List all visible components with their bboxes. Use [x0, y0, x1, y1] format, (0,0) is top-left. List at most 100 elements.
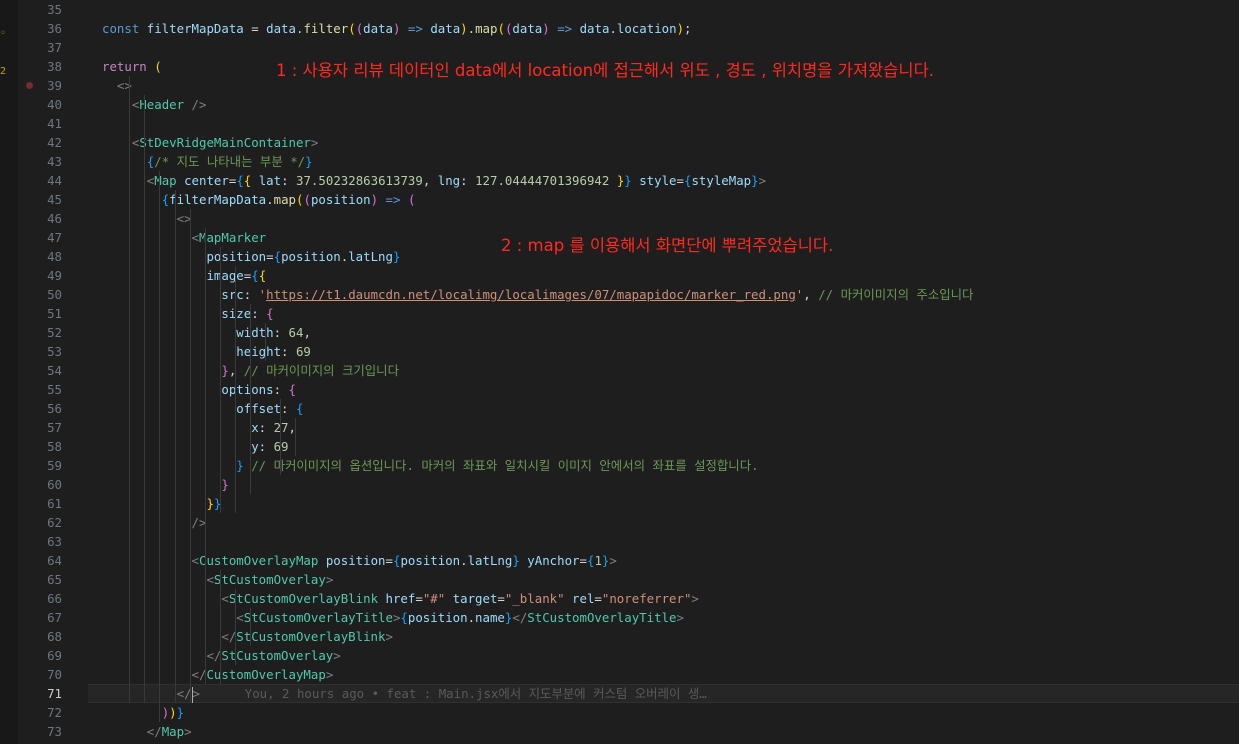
line-number-gutter[interactable]: 35 36 37 38 39 40 41 42 43 44 45 46 47 48 49 50 51 52 53 54… — [18, 0, 88, 744]
indent-guide — [250, 304, 251, 494]
code-token: { — [236, 173, 244, 188]
code-line[interactable]: const filterMapData = data.filter((data)… — [88, 19, 1239, 38]
code-line[interactable]: offset: { — [88, 399, 1239, 418]
code-token: < — [236, 610, 244, 625]
code-token: < — [191, 230, 199, 245]
code-token: < — [191, 553, 199, 568]
code-token: src — [221, 287, 244, 302]
indent-guide — [220, 570, 221, 684]
code-token: < — [221, 591, 229, 606]
code-token: 1 — [594, 553, 602, 568]
code-token: "#" — [422, 591, 446, 606]
code-line[interactable]: <Map center={{ lat: 37.50232863613739, l… — [88, 171, 1239, 190]
line-number: 56 — [47, 401, 62, 416]
code-line[interactable]: width: 64, — [88, 323, 1239, 342]
code-token: width — [236, 325, 274, 340]
code-line[interactable]: ))} — [88, 703, 1239, 722]
code-line[interactable]: {/* 지도 나타내는 부분 */} — [88, 152, 1239, 171]
code-line[interactable]: {filterMapData.map((position) => ( — [88, 190, 1239, 209]
code-token: } — [751, 173, 759, 188]
code-line[interactable]: }, // 마커이미지의 크기입니다 — [88, 361, 1239, 380]
code-token: } — [305, 154, 313, 169]
code-token: latLng — [348, 249, 393, 264]
code-line[interactable]: </StCustomOverlayBlink> — [88, 627, 1239, 646]
code-area[interactable]: const filterMapData = data.filter((data)… — [88, 0, 1239, 744]
code-line[interactable]: image={{ — [88, 266, 1239, 285]
code-token: = — [579, 553, 587, 568]
code-token: } — [236, 458, 244, 473]
code-line[interactable] — [88, 38, 1239, 57]
code-token: ; — [684, 21, 692, 36]
code-token: > — [325, 572, 334, 587]
line-number: 54 — [47, 363, 62, 378]
code-line[interactable] — [88, 114, 1239, 133]
code-token: , — [803, 287, 819, 302]
code-token: . — [460, 553, 468, 568]
code-line[interactable] — [88, 532, 1239, 551]
code-token: } — [206, 496, 214, 511]
code-token: https://t1.daumcdn.net/localimg/localima… — [266, 287, 796, 302]
line-number: 48 — [47, 249, 62, 264]
code-token: StCustomOverlayBlink — [228, 591, 379, 606]
code-line[interactable]: y: 69 — [88, 437, 1239, 456]
code-line[interactable]: options: { — [88, 380, 1239, 399]
code-token: } — [221, 477, 229, 492]
line-number: 46 — [47, 211, 62, 226]
line-number: 47 — [47, 230, 62, 245]
code-token: size — [221, 306, 252, 321]
code-line[interactable]: </Map> — [88, 722, 1239, 741]
code-line[interactable]: size: { — [88, 304, 1239, 323]
code-line[interactable]: <Header /> — [88, 95, 1239, 114]
indent-guide — [129, 76, 130, 703]
code-token: </ — [146, 724, 162, 739]
code-editor[interactable]: ◦ 2 35 36 37 38 39 40 41 42 43 44 45 46 47 48 49 50 51 52… — [0, 0, 1239, 744]
code-line[interactable]: <CustomOverlayMap position={position.lat… — [88, 551, 1239, 570]
code-line[interactable]: <> — [88, 209, 1239, 228]
code-line[interactable]: </StCustomOverlay> — [88, 646, 1239, 665]
line-number: 45 — [47, 192, 62, 207]
code-line[interactable] — [88, 0, 1239, 19]
code-line[interactable]: } // 마커이미지의 옵션입니다. 마커의 좌표와 일치시킬 이미지 안에서의… — [88, 456, 1239, 475]
code-line[interactable]: </CustomOverlayMap> — [88, 665, 1239, 684]
indent-guide — [175, 190, 176, 703]
code-line[interactable]: } — [88, 475, 1239, 494]
code-token: { — [273, 249, 282, 264]
code-line[interactable]: src: 'https://t1.daumcdn.net/localimg/lo… — [88, 285, 1239, 304]
code-token: : — [273, 325, 289, 340]
code-line[interactable]: x: 27, — [88, 418, 1239, 437]
code-line[interactable]: }} — [88, 494, 1239, 513]
code-token: styleMap — [691, 173, 752, 188]
code-line[interactable]: <StCustomOverlayBlink href="#" target="_… — [88, 589, 1239, 608]
code-token: : — [243, 287, 259, 302]
code-token: data — [363, 21, 393, 36]
code-token: </ — [512, 610, 528, 625]
code-line[interactable]: <StDevRidgeMainContainer> — [88, 133, 1239, 152]
code-line[interactable]: /> — [88, 513, 1239, 532]
indent-guide — [205, 228, 206, 684]
code-line[interactable]: </> You, 2 hours ago • feat : Main.jsx에서… — [88, 684, 1239, 703]
indent-guide — [280, 399, 281, 475]
code-token: ( — [348, 21, 356, 36]
code-line[interactable]: height: 69 — [88, 342, 1239, 361]
code-line[interactable]: <StCustomOverlayTitle>{position.name}</S… — [88, 608, 1239, 627]
annotation-2: 2 : map 를 이용해서 화면단에 뿌려주었습니다. — [501, 236, 834, 255]
code-token: position — [310, 192, 371, 207]
line-number: 43 — [47, 154, 62, 169]
code-token: ( — [407, 192, 416, 207]
indent-guide — [159, 171, 160, 722]
line-number: 61 — [47, 496, 62, 511]
code-token: position — [281, 249, 341, 264]
breakpoint-icon[interactable] — [26, 82, 33, 89]
code-line[interactable]: <StCustomOverlay> — [88, 570, 1239, 589]
indent-guide — [295, 418, 296, 456]
code-token: : — [258, 439, 274, 454]
code-token: } — [392, 249, 401, 264]
